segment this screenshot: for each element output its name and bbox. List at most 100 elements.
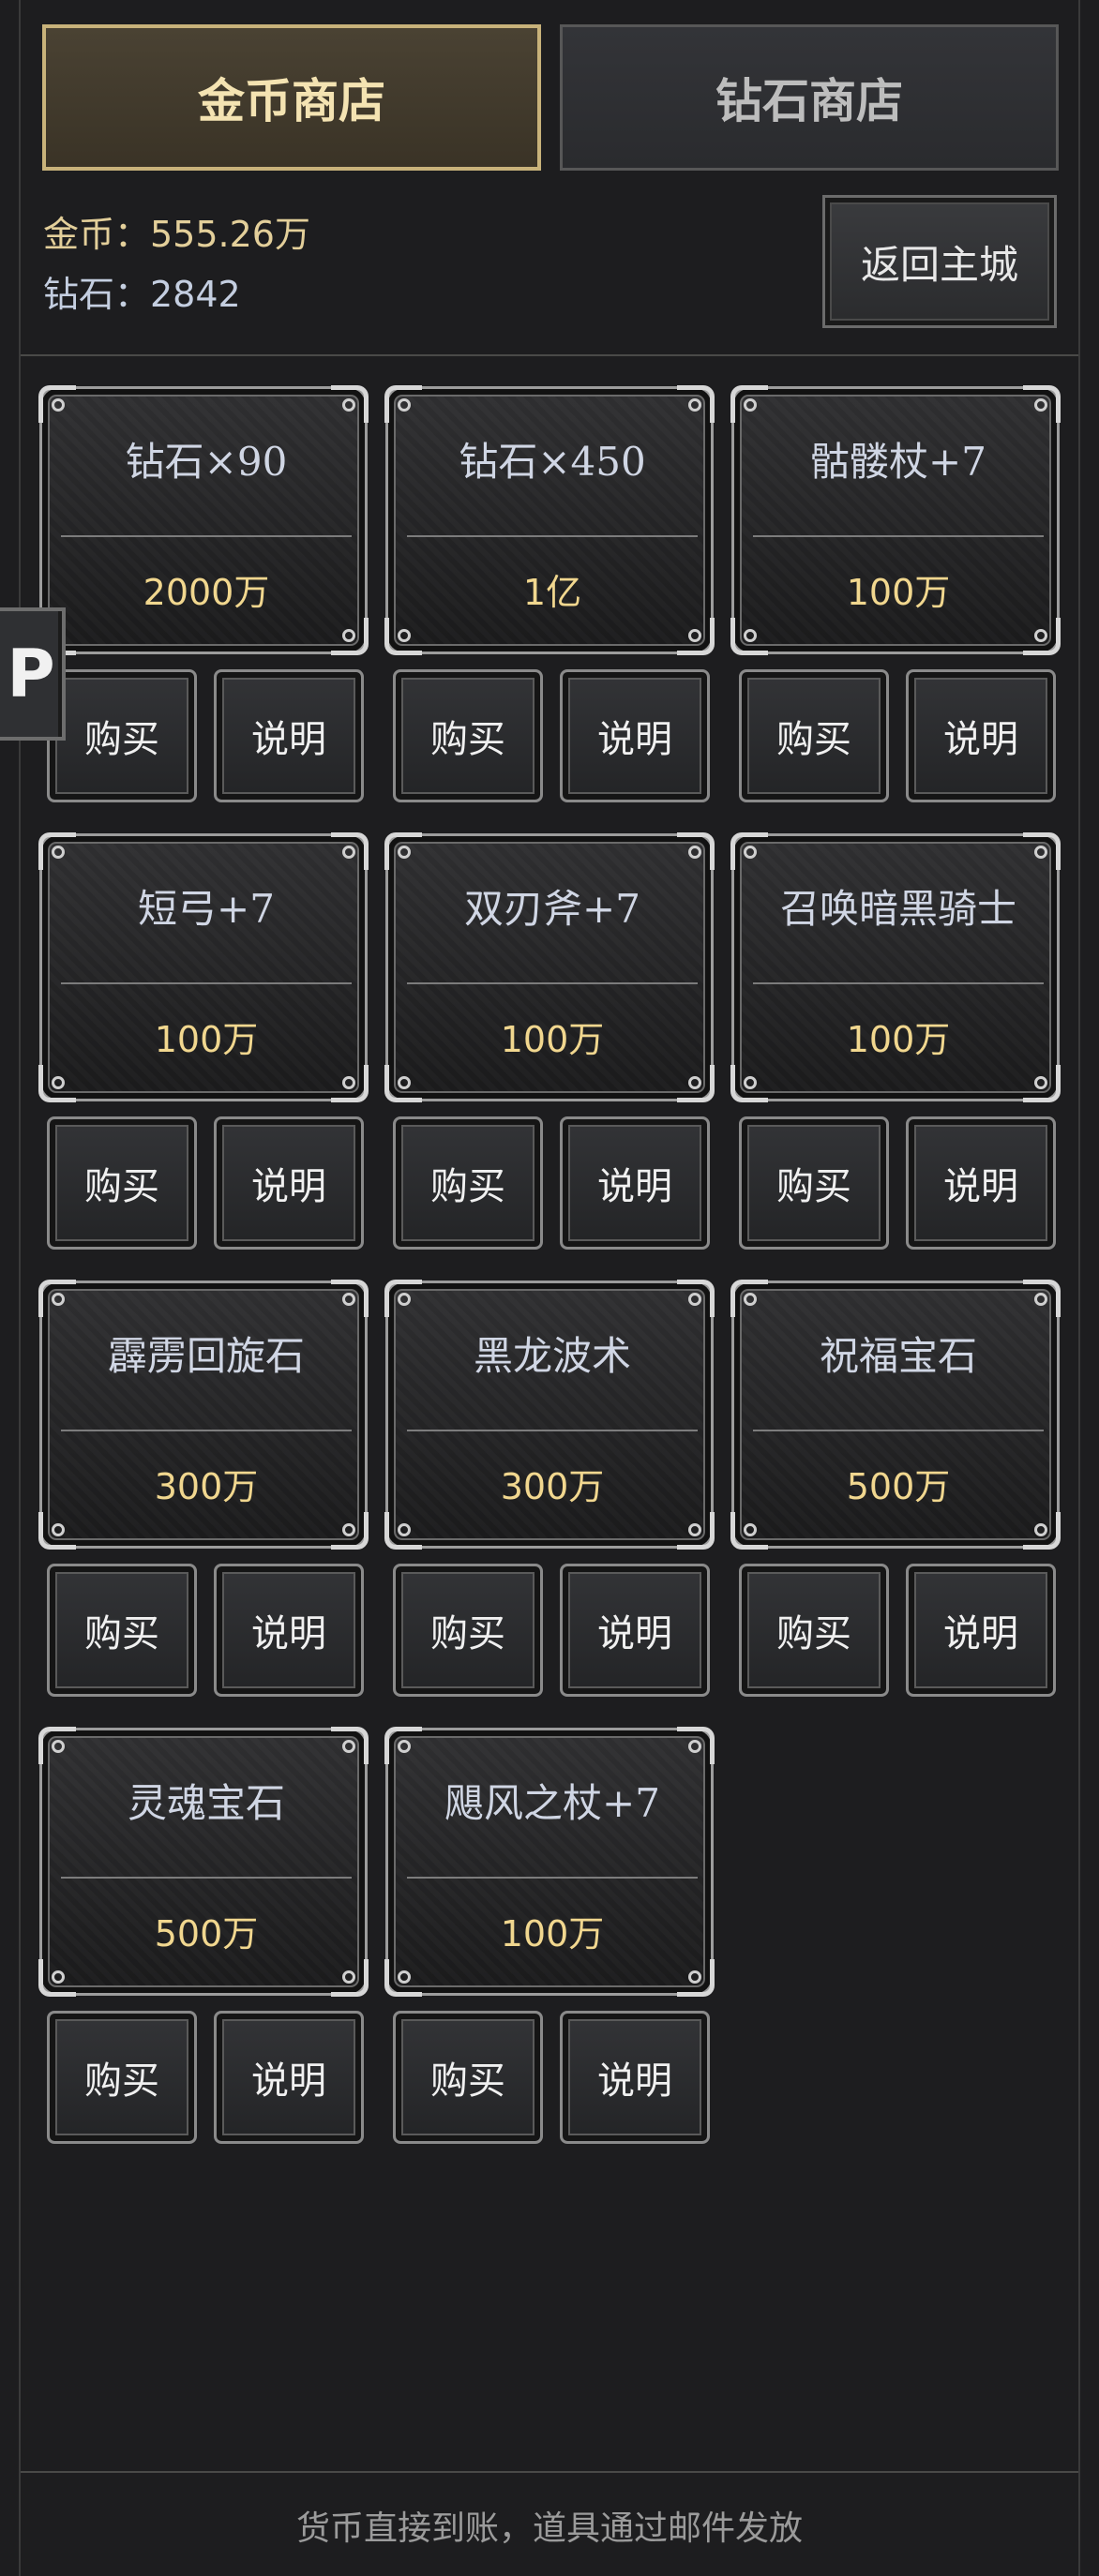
ornament-curl-icon xyxy=(342,1293,355,1306)
gold-balance: 金币：555.26万 xyxy=(43,214,310,255)
ornament-curl-icon xyxy=(1034,1293,1047,1306)
info-button[interactable]: 说明 xyxy=(906,669,1056,802)
item-price: 500万 xyxy=(846,1466,951,1507)
ornament-curl-icon xyxy=(342,846,355,859)
footer-note: 货币直接到账，道具通过邮件发放 xyxy=(295,2509,803,2548)
ornament-curl-icon xyxy=(342,398,355,412)
ornament-curl-icon xyxy=(1034,846,1047,859)
item-price: 2000万 xyxy=(143,572,270,613)
shop-item: 霹雳回旋石 300万购买 说明 xyxy=(38,1280,369,1712)
ornament-curl-icon xyxy=(398,1076,411,1089)
wallet-balance: 金币：555.26万 钻石：2842 xyxy=(43,204,310,324)
ornament-curl-icon xyxy=(398,398,411,412)
ornament-curl-icon xyxy=(1034,398,1047,412)
ornament-curl-icon xyxy=(688,1293,701,1306)
item-divider xyxy=(407,982,698,984)
item-name: 灵魂宝石 xyxy=(127,1780,285,1826)
buy-button[interactable]: 购买 xyxy=(47,1116,197,1250)
shop-item: 钻石×90 2000万购买 说明 xyxy=(38,385,369,817)
ornament-curl-icon xyxy=(398,846,411,859)
info-button[interactable]: 说明 xyxy=(560,1116,710,1250)
ornament-curl-icon xyxy=(1034,1523,1047,1536)
item-price: 300万 xyxy=(500,1466,605,1507)
shop-item: 骷髅杖+7 100万 购买 说明 xyxy=(730,385,1061,817)
side-tab[interactable]: P xyxy=(0,607,66,741)
item-card: 短弓+7 100万 xyxy=(38,832,369,1102)
ornament-curl-icon xyxy=(52,1523,65,1536)
buy-button[interactable]: 购买 xyxy=(47,2011,197,2144)
shop-item: 飓风之杖+7 100万购买 说明 xyxy=(384,1727,715,2159)
item-card: 飓风之杖+7 100万 xyxy=(384,1727,715,1997)
ornament-curl-icon xyxy=(688,846,701,859)
ornament-curl-icon xyxy=(398,1523,411,1536)
ornament-curl-icon xyxy=(398,1293,411,1306)
info-button[interactable]: 说明 xyxy=(214,1116,364,1250)
buy-button[interactable]: 购买 xyxy=(739,1116,889,1250)
buy-button[interactable]: 购买 xyxy=(47,669,197,802)
item-card: 霹雳回旋石 300万 xyxy=(38,1280,369,1550)
ornament-curl-icon xyxy=(688,1970,701,1984)
ornament-curl-icon xyxy=(342,629,355,642)
ornament-curl-icon xyxy=(52,846,65,859)
buy-button[interactable]: 购买 xyxy=(47,1564,197,1697)
item-divider xyxy=(61,535,352,537)
ornament-curl-icon xyxy=(52,1076,65,1089)
item-divider xyxy=(407,535,698,537)
shop-tabs: 金币商店 钻石商店 xyxy=(42,24,1059,171)
info-button[interactable]: 说明 xyxy=(560,1564,710,1697)
ornament-curl-icon xyxy=(1034,629,1047,642)
ornament-curl-icon xyxy=(688,629,701,642)
ornament-curl-icon xyxy=(744,398,757,412)
item-price: 1亿 xyxy=(522,572,582,613)
info-button[interactable]: 说明 xyxy=(560,2011,710,2144)
buy-button[interactable]: 购买 xyxy=(393,1564,543,1697)
info-button[interactable]: 说明 xyxy=(906,1564,1056,1697)
ornament-curl-icon xyxy=(52,1293,65,1306)
shop-item: 祝福宝石 500万购买 说明 xyxy=(730,1280,1061,1712)
shop-item: 黑龙波术 300万 购买 说明 xyxy=(384,1280,715,1712)
tab-diamond-shop[interactable]: 钻石商店 xyxy=(560,24,1059,171)
buy-button[interactable]: 购买 xyxy=(393,1116,543,1250)
footer-divider xyxy=(21,2471,1078,2473)
ornament-curl-icon xyxy=(398,1740,411,1753)
item-card: 钻石×90 2000万 xyxy=(38,385,369,655)
ornament-curl-icon xyxy=(398,1970,411,1984)
ornament-curl-icon xyxy=(688,1076,701,1089)
return-main-city-button[interactable]: 返回主城 xyxy=(822,195,1057,328)
ornament-curl-icon xyxy=(52,1740,65,1753)
item-divider xyxy=(61,1877,352,1879)
ornament-curl-icon xyxy=(688,1740,701,1753)
info-button[interactable]: 说明 xyxy=(214,2011,364,2144)
item-card: 祝福宝石 500万 xyxy=(730,1280,1061,1550)
ornament-curl-icon xyxy=(342,1076,355,1089)
buy-button[interactable]: 购买 xyxy=(393,669,543,802)
buy-button[interactable]: 购买 xyxy=(393,2011,543,2144)
item-divider xyxy=(61,982,352,984)
shop-item: 召唤暗黑骑士 100万购买 说明 xyxy=(730,832,1061,1265)
ornament-curl-icon xyxy=(342,1970,355,1984)
item-price: 100万 xyxy=(154,1019,259,1060)
tab-gold-shop[interactable]: 金币商店 xyxy=(42,24,541,171)
item-divider xyxy=(407,1877,698,1879)
info-button[interactable]: 说明 xyxy=(906,1116,1056,1250)
info-button[interactable]: 说明 xyxy=(214,669,364,802)
item-name: 飓风之杖+7 xyxy=(444,1780,660,1826)
item-divider xyxy=(753,535,1044,537)
item-divider xyxy=(753,982,1044,984)
ornament-curl-icon xyxy=(1034,1076,1047,1089)
ornament-curl-icon xyxy=(398,629,411,642)
item-card: 灵魂宝石 500万 xyxy=(38,1727,369,1997)
item-divider xyxy=(407,1430,698,1431)
buy-button[interactable]: 购买 xyxy=(739,669,889,802)
ornament-curl-icon xyxy=(744,629,757,642)
info-button[interactable]: 说明 xyxy=(214,1564,364,1697)
ornament-curl-icon xyxy=(744,1076,757,1089)
ornament-curl-icon xyxy=(744,1293,757,1306)
info-button[interactable]: 说明 xyxy=(560,669,710,802)
buy-button[interactable]: 购买 xyxy=(739,1564,889,1697)
item-price: 100万 xyxy=(500,1913,605,1954)
item-divider xyxy=(61,1430,352,1431)
shop-item: 短弓+7 100万购买 说明 xyxy=(38,832,369,1265)
ornament-curl-icon xyxy=(52,1970,65,1984)
item-card: 召唤暗黑骑士 100万 xyxy=(730,832,1061,1102)
